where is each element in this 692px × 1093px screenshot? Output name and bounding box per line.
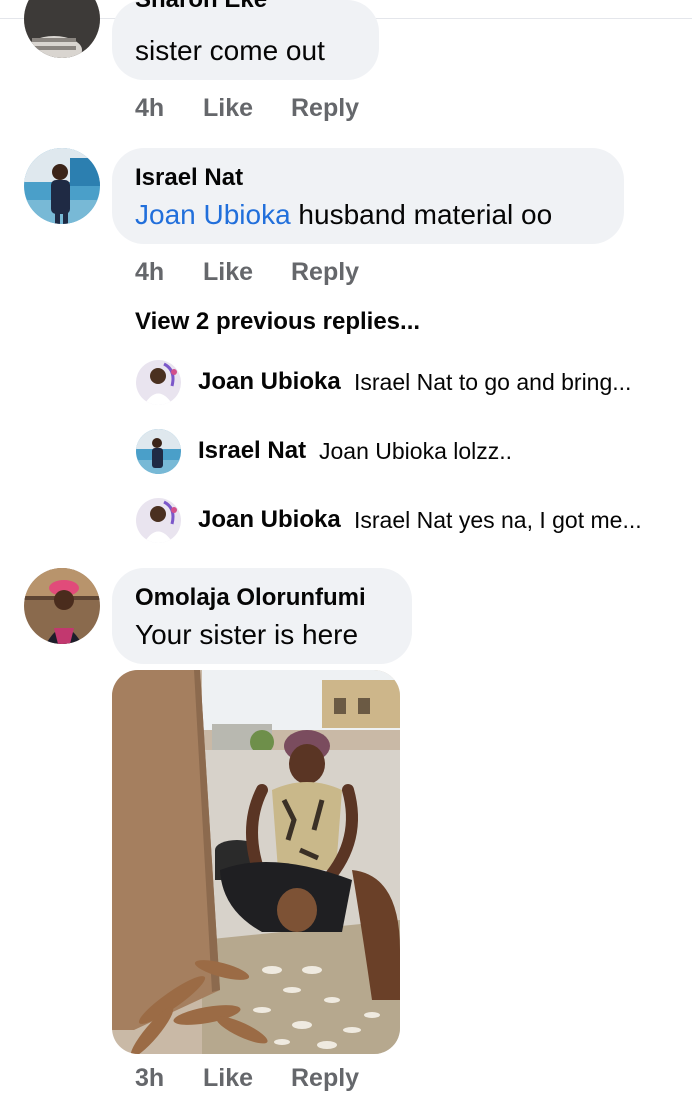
like-button[interactable]: Like xyxy=(203,1064,253,1093)
avatar[interactable] xyxy=(136,360,181,405)
comment-photo[interactable] xyxy=(112,670,400,1054)
comment-text: Joan Ubioka husband material oo xyxy=(135,199,552,231)
comment-author[interactable]: Sharon Eke xyxy=(135,0,267,14)
avatar[interactable] xyxy=(136,429,181,474)
reply-item[interactable]: Israel Nat Joan Ubioka lolzz.. xyxy=(136,429,676,475)
reply-item[interactable]: Joan Ubioka Israel Nat to go and bring..… xyxy=(136,360,676,406)
comment-bubble[interactable]: Sharon Eke sister come out xyxy=(112,0,379,80)
comment-timestamp[interactable]: 4h xyxy=(135,94,164,123)
reply-item[interactable]: Joan Ubioka Israel Nat yes na, I got me.… xyxy=(136,498,676,544)
comment-bubble[interactable]: Israel Nat Joan Ubioka husband material … xyxy=(112,148,624,244)
like-button[interactable]: Like xyxy=(203,94,253,123)
comment-timestamp[interactable]: 4h xyxy=(135,258,164,287)
reply-author[interactable]: Joan Ubioka xyxy=(198,506,341,534)
comment-author[interactable]: Israel Nat xyxy=(135,164,243,192)
comment-bubble[interactable]: Omolaja Olorunfumi Your sister is here xyxy=(112,568,412,664)
comment-timestamp[interactable]: 3h xyxy=(135,1064,164,1093)
comment-text: sister come out xyxy=(135,35,325,66)
comment-author[interactable]: Omolaja Olorunfumi xyxy=(135,584,366,612)
reply-text: Israel Nat to go and bring... xyxy=(354,369,632,395)
mention-link[interactable]: Joan Ubioka xyxy=(135,199,291,230)
reply-text: Israel Nat yes na, I got me... xyxy=(354,507,642,533)
reply-text: Joan Ubioka lolzz.. xyxy=(319,438,513,464)
like-button[interactable]: Like xyxy=(203,258,253,287)
comment-body: husband material oo xyxy=(290,199,553,230)
reply-author[interactable]: Joan Ubioka xyxy=(198,368,341,396)
avatar[interactable] xyxy=(24,148,100,224)
comment-text: Your sister is here xyxy=(135,619,359,650)
reply-button[interactable]: Reply xyxy=(291,94,359,123)
reply-button[interactable]: Reply xyxy=(291,258,359,287)
reply-author[interactable]: Israel Nat xyxy=(198,437,306,465)
avatar[interactable] xyxy=(24,0,100,58)
avatar[interactable] xyxy=(24,568,100,644)
avatar[interactable] xyxy=(136,498,181,543)
view-previous-replies-link[interactable]: View 2 previous replies... xyxy=(135,308,420,336)
reply-button[interactable]: Reply xyxy=(291,1064,359,1093)
